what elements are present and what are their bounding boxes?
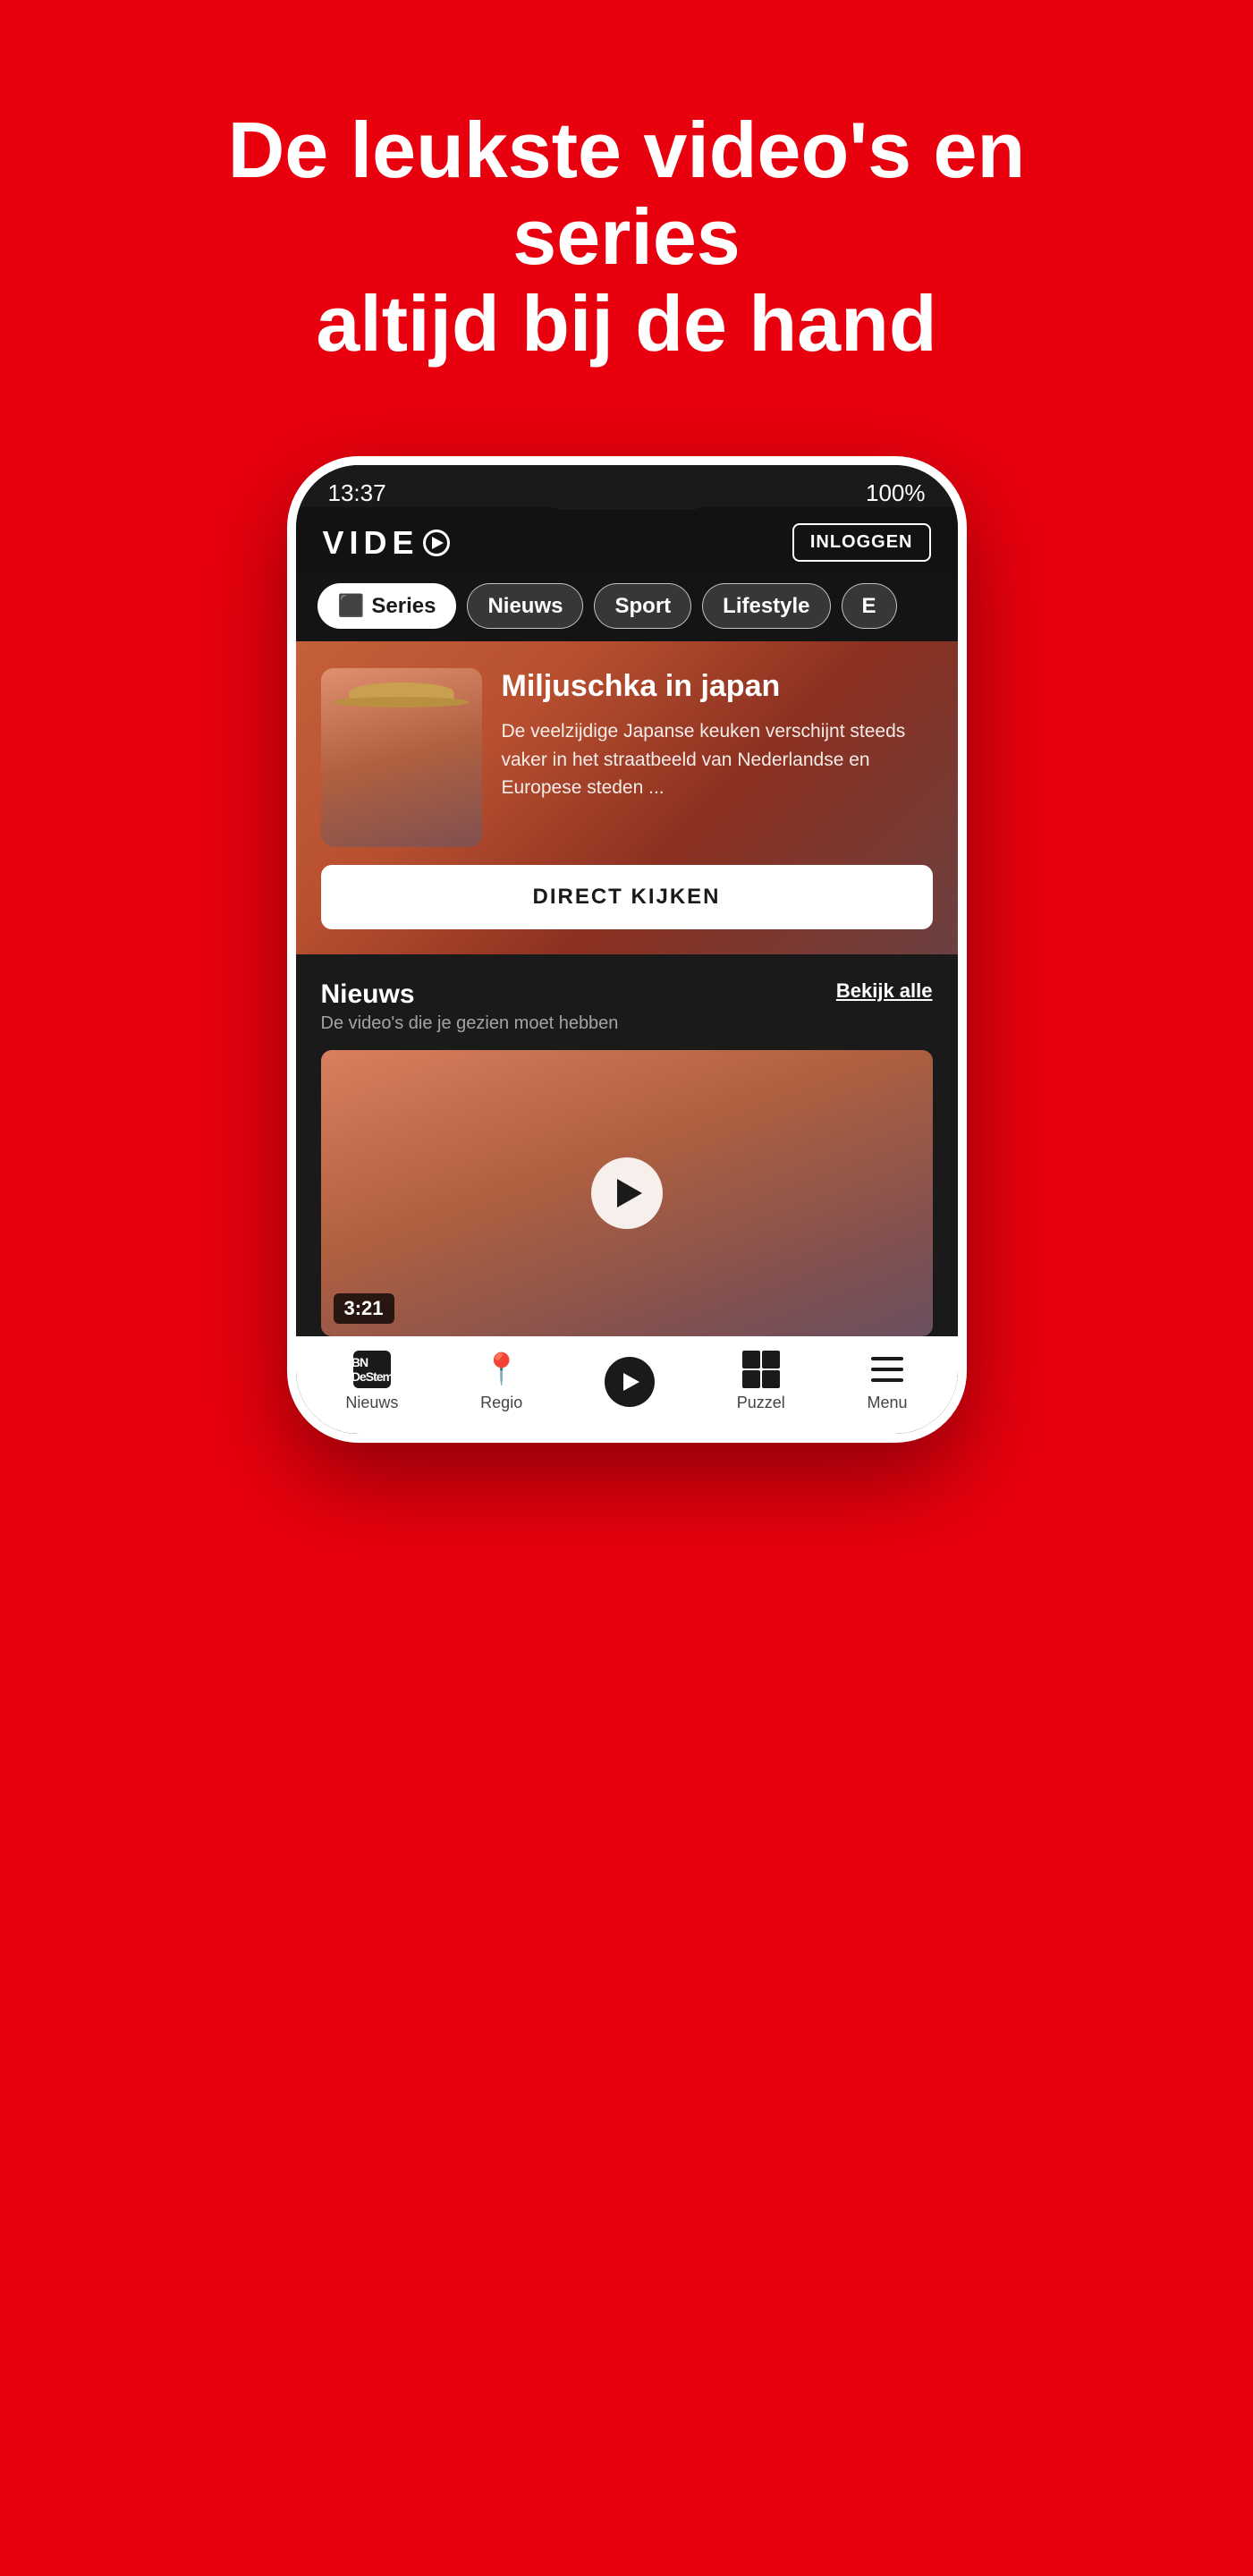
bekijk-alle-link[interactable]: Bekijk alle [836,979,933,1003]
location-pin-icon: 📍 [483,1351,521,1388]
bottom-nav-menu[interactable]: Menu [868,1351,908,1412]
nav-tab-nieuws-label: Nieuws [487,594,563,619]
logo-text: VIDE [323,524,419,562]
puzzle-cell-1 [742,1351,760,1368]
bn-logo-icon: BNDeStem [353,1351,391,1388]
bn-news-icon: BNDeStem [353,1351,391,1388]
puzzle-cell-4 [762,1370,780,1388]
bottom-nav-regio[interactable]: 📍 Regio [480,1351,522,1412]
hero-headline-text: De leukste video's en series [228,106,1026,281]
bottom-nav-puzzel[interactable]: Puzzel [737,1351,785,1412]
logo-play-icon [423,530,450,556]
bottom-nav-menu-label: Menu [868,1394,908,1412]
series-tv-icon: ⬛ [338,593,365,619]
hat-decoration [349,682,453,702]
puzzle-cell-3 [742,1370,760,1388]
bottom-navigation: BNDeStem Nieuws 📍 Regio [296,1336,958,1434]
play-button[interactable] [591,1157,663,1229]
featured-description: De veelzijdige Japanse keuken verschijnt… [502,717,933,802]
bottom-nav-puzzel-label: Puzzel [737,1394,785,1412]
hamburger-menu-icon [868,1351,906,1388]
featured-content-area: Miljuschka in japan De veelzijdige Japan… [296,641,958,954]
nav-tabs-container: ⬛ Series Nieuws Sport Lifestyle E [296,574,958,641]
hamburger-line-2 [871,1368,903,1371]
notch [538,465,716,510]
puzzle-cell-2 [762,1351,780,1368]
status-battery: 100% [866,479,926,507]
section-header: Nieuws De video's die je gezien moet heb… [321,979,933,1034]
hamburger-line-3 [871,1378,903,1382]
phone-screen: 13:37 100% VIDE INLOGGEN ⬛ Series Nieuws [296,465,958,1434]
bottom-nav-regio-label: Regio [480,1394,522,1412]
login-button[interactable]: INLOGGEN [792,523,931,562]
hamburger-icon [871,1357,903,1382]
nav-tab-more-label: E [862,594,876,619]
puzzle-squares-icon [742,1351,780,1388]
video-play-circle-icon [605,1357,655,1407]
phone-shell: 13:37 100% VIDE INLOGGEN ⬛ Series Nieuws [287,456,967,1443]
phone-mockup: 13:37 100% VIDE INLOGGEN ⬛ Series Nieuws [287,456,967,1443]
section-title-block: Nieuws De video's die je gezien moet heb… [321,979,619,1034]
featured-inner: Miljuschka in japan De veelzijdige Japan… [321,668,933,847]
status-time: 13:37 [328,479,386,507]
thumbnail-person-image [321,668,482,847]
video-duration-badge: 3:21 [334,1293,394,1324]
hamburger-line-1 [871,1357,903,1360]
nav-tab-more[interactable]: E [842,583,897,629]
direct-kijken-button[interactable]: DIRECT KIJKEN [321,865,933,929]
nav-tab-series[interactable]: ⬛ Series [317,583,457,629]
featured-thumbnail [321,668,482,847]
bottom-nav-nieuws-label: Nieuws [345,1394,398,1412]
nieuws-section: Nieuws De video's die je gezien moet heb… [296,954,958,1336]
app-header: VIDE INLOGGEN [296,507,958,574]
location-icon: 📍 [483,1354,521,1385]
bottom-nav-video[interactable] [605,1357,655,1407]
nav-tab-series-label: Series [371,594,436,619]
nav-tab-sport-label: Sport [614,594,671,619]
app-logo: VIDE [323,524,450,562]
nav-tab-nieuws[interactable]: Nieuws [467,583,583,629]
bottom-nav-nieuws[interactable]: BNDeStem Nieuws [345,1351,398,1412]
nav-tab-lifestyle[interactable]: Lifestyle [702,583,830,629]
play-triangle-icon [617,1179,642,1208]
nav-tab-sport[interactable]: Sport [594,583,691,629]
section-title: Nieuws [321,979,619,1010]
hero-headline-text2: altijd bij de hand [316,279,936,368]
hero-headline: De leukste video's en series altijd bij … [90,0,1164,438]
puzzle-grid-icon [742,1351,780,1388]
video-play-triangle-icon [623,1373,639,1391]
nav-tab-lifestyle-label: Lifestyle [723,594,809,619]
section-subtitle: De video's die je gezien moet hebben [321,1013,619,1034]
news-video-thumbnail[interactable]: 3:21 [321,1050,933,1336]
featured-title: Miljuschka in japan [502,668,933,705]
featured-text-block: Miljuschka in japan De veelzijdige Japan… [502,668,933,801]
